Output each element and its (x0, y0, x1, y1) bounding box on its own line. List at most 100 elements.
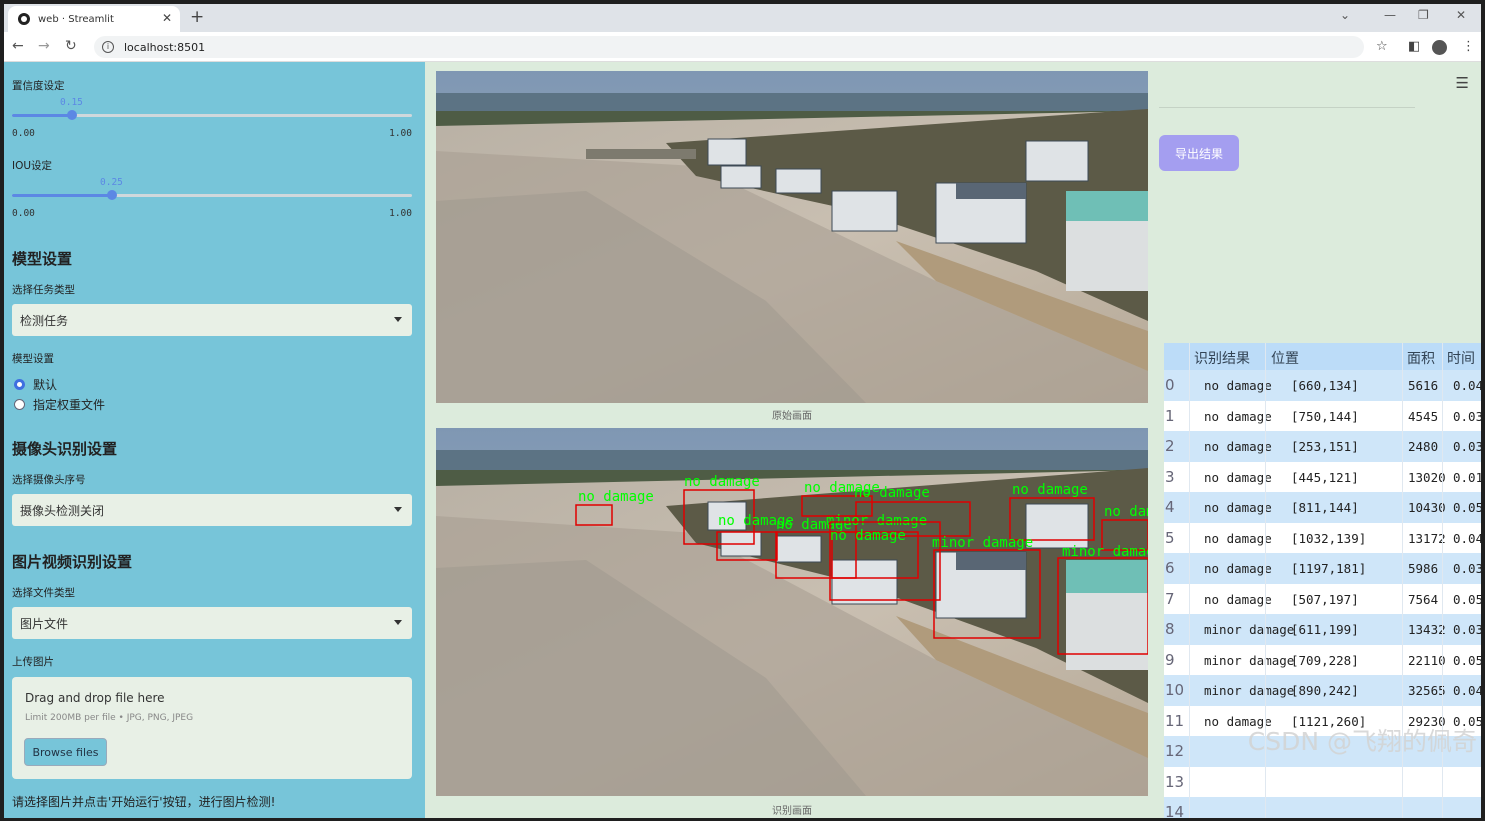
table-row[interactable]: 7 no damage [507,197] 7564 0.05 (1164, 583, 1481, 614)
row-time: 0.05 (1453, 591, 1481, 607)
row-time: 0.03 (1453, 408, 1481, 424)
bookmark-star-icon[interactable]: ☆ (1376, 39, 1388, 54)
row-index: 7 (1165, 589, 1175, 608)
detection-label: no damage (684, 474, 760, 490)
url-bar[interactable]: i localhost:8501 (94, 36, 1364, 58)
minimize-icon[interactable]: — (1384, 8, 1396, 22)
table-row[interactable]: 13 (1164, 766, 1481, 797)
row-area: 7564 (1408, 591, 1439, 607)
back-icon[interactable]: ← (12, 38, 24, 54)
radio-unselected-icon[interactable] (14, 399, 25, 410)
table-row[interactable]: 0 no damage [660,134] 5616 0.04 (1164, 370, 1481, 401)
conf-slider-fill (12, 114, 72, 117)
table-row[interactable]: 3 no damage [445,121] 13020 0.01 (1164, 461, 1481, 492)
new-tab-icon[interactable]: + (190, 7, 204, 27)
row-position: [507,197] (1291, 591, 1359, 607)
detection-label: minor damage (932, 535, 1033, 551)
camera-index-select[interactable]: 摄像头检测关闭 (12, 494, 412, 526)
row-area: 32565 (1408, 683, 1446, 698)
conf-slider-thumb[interactable] (67, 110, 77, 120)
iou-slider-fill (12, 194, 112, 197)
upload-limit-text: Limit 200MB per file • JPG, PNG, JPEG (25, 713, 194, 723)
file-type-value: 图片文件 (20, 616, 69, 631)
table-row[interactable]: 14 (1164, 797, 1481, 818)
header-position[interactable]: 位置 (1271, 348, 1299, 368)
restore-icon[interactable]: ❐ (1418, 8, 1429, 22)
original-image-caption: 原始画面 (772, 411, 812, 422)
row-index: 1 (1165, 406, 1175, 425)
task-type-select[interactable]: 检测任务 (12, 304, 412, 336)
hamburger-menu-icon[interactable]: ☰ (1456, 74, 1469, 92)
browser-tab[interactable]: web · Streamlit ✕ (8, 6, 180, 32)
radio-custom-label: 指定权重文件 (33, 398, 106, 412)
browser-window: web · Streamlit ✕ + ⌄ — ❐ ✕ ← → ↻ i loca… (4, 4, 1481, 818)
conf-slider[interactable] (12, 110, 412, 120)
conf-slider-range: 0.00 1.00 (12, 128, 412, 139)
row-result: minor damage (1204, 622, 1295, 637)
table-row[interactable]: 1 no damage [750,144] 4545 0.03 (1164, 400, 1481, 431)
row-time: 0.05 (1453, 500, 1481, 515)
column-divider (1189, 343, 1190, 818)
radio-default[interactable]: 默认 (14, 376, 57, 393)
file-uploader-dropzone[interactable]: Drag and drop file here Limit 200MB per … (12, 677, 412, 779)
row-result: no damage (1204, 500, 1272, 515)
sidebar: 置信度设定 0.15 0.00 1.00 IOU设定 0.25 0.00 1.0… (4, 62, 425, 818)
header-area[interactable]: 面积 (1407, 348, 1435, 368)
iou-slider-thumb[interactable] (107, 190, 117, 200)
row-time: 0.04 (1453, 530, 1481, 546)
media-settings-header: 图片视频识别设置 (12, 553, 133, 571)
camera-settings-header: 摄像头识别设置 (12, 440, 118, 458)
iou-slider-value: 0.25 (100, 177, 123, 188)
header-time[interactable]: 时间 (1447, 348, 1475, 368)
browser-menu-icon[interactable]: ⋮ (1462, 39, 1475, 54)
detection-label: no damage (1012, 482, 1088, 498)
table-row[interactable]: 2 no damage [253,151] 2480 0.03 (1164, 431, 1481, 462)
forward-icon[interactable]: → (38, 38, 50, 54)
detection-label: minor damage (826, 513, 927, 529)
detection-label: no damage (830, 528, 906, 544)
reload-icon[interactable]: ↻ (65, 38, 77, 54)
row-position: [253,151] (1291, 439, 1359, 454)
export-results-button[interactable]: 导出结果 (1159, 135, 1239, 171)
row-time: 0.04 (1453, 683, 1481, 698)
table-row[interactable]: 4 no damage [811,144] 10430 0.05 (1164, 492, 1481, 523)
side-panel-icon[interactable]: ◧ (1408, 39, 1420, 54)
table-row[interactable]: 9 minor damage [709,228] 22110 0.05 (1164, 644, 1481, 675)
iou-slider[interactable] (12, 190, 412, 200)
iou-slider-range: 0.00 1.00 (12, 208, 412, 219)
radio-selected-icon[interactable] (14, 379, 25, 390)
row-index: 0 (1165, 376, 1175, 394)
chevron-down-icon (394, 507, 402, 512)
run-hint-text: 请选择图片并点击'开始运行'按钮，进行图片检测! (12, 795, 276, 809)
file-type-select[interactable]: 图片文件 (12, 607, 412, 639)
row-time: 0.03 (1453, 439, 1481, 454)
close-window-icon[interactable]: ✕ (1456, 8, 1466, 22)
row-index: 10 (1165, 681, 1185, 699)
row-index: 12 (1165, 742, 1185, 760)
profile-avatar-icon[interactable] (1432, 40, 1447, 55)
upload-label: 上传图片 (12, 656, 54, 668)
row-result: minor damage (1204, 652, 1295, 668)
row-time: 0.04 (1453, 378, 1481, 393)
table-row[interactable]: 6 no damage [1197,181] 5986 0.03 (1164, 553, 1481, 584)
detection-label: minor damage (1062, 544, 1148, 560)
row-area: 13432 (1408, 622, 1446, 637)
row-position: [811,144] (1291, 500, 1359, 515)
row-position: [660,134] (1291, 378, 1359, 393)
close-tab-icon[interactable]: ✕ (162, 11, 172, 25)
browse-files-button[interactable]: Browse files (24, 738, 107, 766)
divider (1159, 107, 1415, 108)
row-result: no damage (1204, 530, 1272, 546)
radio-custom-weights[interactable]: 指定权重文件 (14, 396, 105, 413)
tab-strip: web · Streamlit ✕ + ⌄ — ❐ ✕ (4, 4, 1481, 32)
table-row[interactable]: 10 minor damage [890,242] 32565 0.04 (1164, 675, 1481, 706)
camera-index-label: 选择摄像头序号 (12, 474, 86, 486)
table-row[interactable]: 5 no damage [1032,139] 13172 0.04 (1164, 522, 1481, 553)
row-index: 11 (1165, 711, 1185, 730)
row-index: 4 (1165, 498, 1175, 516)
table-row[interactable]: 8 minor damage [611,199] 13432 0.03 (1164, 614, 1481, 645)
site-info-icon[interactable]: i (102, 41, 114, 53)
tab-search-icon[interactable]: ⌄ (1340, 8, 1350, 22)
header-result[interactable]: 识别结果 (1194, 348, 1250, 368)
iou-max: 1.00 (389, 208, 412, 219)
